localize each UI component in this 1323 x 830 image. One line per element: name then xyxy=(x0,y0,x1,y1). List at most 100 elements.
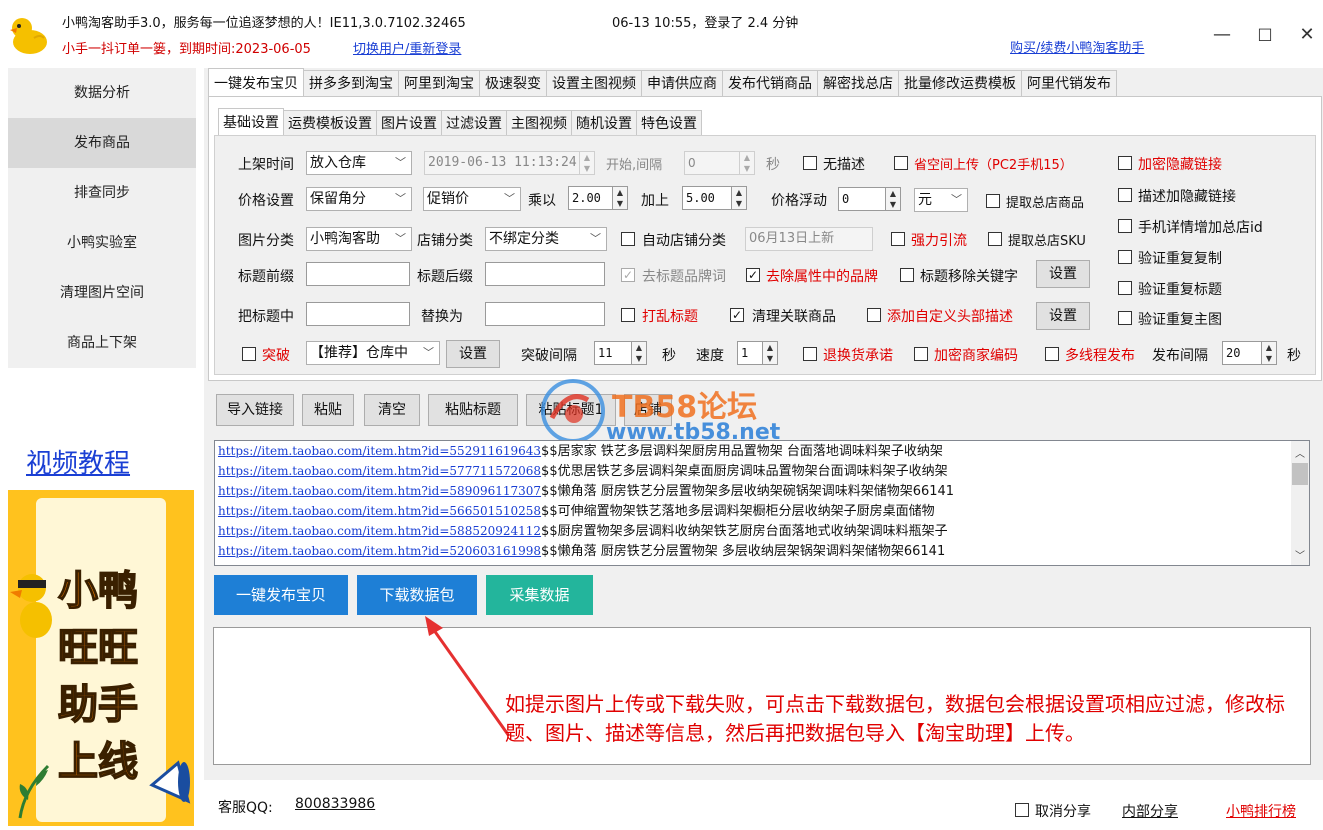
paste-button[interactable]: 粘贴 xyxy=(302,394,354,426)
encrypt-code-checkbox[interactable] xyxy=(914,347,928,361)
shuffle-title-checkbox[interactable] xyxy=(621,308,635,322)
float-input[interactable]: 0 xyxy=(838,187,886,211)
extract-store-checkbox[interactable] xyxy=(986,194,1000,208)
price-select[interactable]: 保留角分 ﹀ xyxy=(306,187,412,211)
speed-input[interactable]: 1 xyxy=(737,341,763,365)
verify-img-checkbox[interactable] xyxy=(1118,311,1132,325)
video-tutorial-link[interactable]: 视频教程 xyxy=(26,443,130,480)
sidebar-item-data-analysis[interactable]: 数据分析 xyxy=(8,68,196,118)
clear-related-checkbox[interactable]: ✓ xyxy=(730,308,744,322)
one-click-publish-button[interactable]: 一键发布宝贝 xyxy=(214,575,348,615)
tab-ali-consign[interactable]: 阿里代销发布 xyxy=(1021,70,1117,96)
tab-one-click-publish[interactable]: 一键发布宝贝 xyxy=(208,68,304,96)
scroll-down-icon[interactable]: ﹀ xyxy=(1295,547,1305,562)
auto-shop-cat-checkbox[interactable] xyxy=(621,232,635,246)
desc-hidden-checkbox[interactable] xyxy=(1118,188,1132,202)
suffix-input[interactable] xyxy=(485,262,605,286)
scroll-up-icon[interactable]: ︿ xyxy=(1295,445,1305,460)
subtab-image[interactable]: 图片设置 xyxy=(376,110,442,135)
no-desc-checkbox[interactable] xyxy=(803,156,817,170)
float-spinner[interactable]: ▲ ▼ xyxy=(885,187,901,211)
qq-link[interactable]: 800833986 xyxy=(295,796,375,812)
sidebar-item-clean-images[interactable]: 清理图片空间 xyxy=(8,268,196,318)
vertical-scrollbar[interactable]: ︿ ﹀ xyxy=(1291,441,1309,565)
multiply-input[interactable]: 2.00 xyxy=(568,186,613,210)
multithread-checkbox[interactable] xyxy=(1045,347,1059,361)
multiply-spinner[interactable]: ▲ ▼ xyxy=(612,186,628,210)
subtab-filter[interactable]: 过滤设置 xyxy=(441,110,507,135)
return-promise-checkbox[interactable] xyxy=(803,347,817,361)
verify-copy-checkbox[interactable] xyxy=(1118,250,1132,264)
add-input[interactable]: 5.00 xyxy=(682,186,732,210)
ranking-link[interactable]: 小鸭排行榜 xyxy=(1226,801,1296,821)
prefix-input[interactable] xyxy=(306,262,410,286)
promo-banner[interactable]: 小鸭 旺旺 助手 上线 xyxy=(8,490,194,826)
break-interval-input[interactable]: 11 xyxy=(594,341,632,365)
tab-main-video[interactable]: 设置主图视频 xyxy=(546,70,642,96)
buy-link[interactable]: 购买/续费小鸭淘客助手 xyxy=(1010,37,1144,56)
sidebar-item-sync[interactable]: 排查同步 xyxy=(8,168,196,218)
subtab-video[interactable]: 主图视频 xyxy=(506,110,572,135)
subtab-special[interactable]: 特色设置 xyxy=(636,110,702,135)
custom-header-checkbox[interactable] xyxy=(867,308,881,322)
replace-to-input[interactable] xyxy=(485,302,605,326)
mobile-detail-checkbox[interactable] xyxy=(1118,219,1132,233)
tab-batch-freight[interactable]: 批量修改运费模板 xyxy=(898,70,1022,96)
item-url[interactable]: https://item.taobao.com/item.htm?id=5206… xyxy=(218,544,541,558)
minimize-button[interactable]: — xyxy=(1207,24,1237,45)
sidebar-item-shelf[interactable]: 商品上下架 xyxy=(8,318,196,368)
tab-decrypt-store[interactable]: 解密找总店 xyxy=(817,70,899,96)
clear-button[interactable]: 清空 xyxy=(364,394,420,426)
strong-drain-checkbox[interactable] xyxy=(891,232,905,246)
item-url[interactable]: https://item.taobao.com/item.htm?id=5890… xyxy=(218,484,541,498)
subtab-basic[interactable]: 基础设置 xyxy=(218,108,284,135)
maximize-button[interactable]: □ xyxy=(1250,24,1280,43)
tab-ali-to-taobao[interactable]: 阿里到淘宝 xyxy=(398,70,480,96)
img-cat-select[interactable]: 小鸭淘客助 ﹀ xyxy=(306,227,412,251)
unit-select[interactable]: 元 ﹀ xyxy=(914,188,968,212)
save-space-checkbox[interactable] xyxy=(894,156,908,170)
publish-interval-input[interactable]: 20 xyxy=(1222,341,1262,365)
custom-header-set-button[interactable]: 设置 xyxy=(1036,302,1090,330)
url-list[interactable]: https://item.taobao.com/item.htm?id=5529… xyxy=(214,440,1310,566)
promo-price-select[interactable]: 促销价 ﹀ xyxy=(423,187,521,211)
remove-attr-brand-checkbox[interactable]: ✓ xyxy=(746,268,760,282)
tab-pdd-to-taobao[interactable]: 拼多多到淘宝 xyxy=(303,70,399,96)
subtab-freight[interactable]: 运费模板设置 xyxy=(283,110,377,135)
shop-cat-select[interactable]: 不绑定分类 ﹀ xyxy=(485,227,607,251)
tab-apply-supplier[interactable]: 申请供应商 xyxy=(641,70,723,96)
remove-keyword-checkbox[interactable] xyxy=(900,268,914,282)
publish-interval-spinner[interactable]: ▲ ▼ xyxy=(1261,341,1277,365)
add-spinner[interactable]: ▲ ▼ xyxy=(731,186,747,210)
download-data-button[interactable]: 下载数据包 xyxy=(357,575,477,615)
recommend-select[interactable]: 【推荐】仓库中 ﹀ xyxy=(306,341,440,365)
encrypt-link-checkbox[interactable] xyxy=(1118,156,1132,170)
tab-fast-fission[interactable]: 极速裂变 xyxy=(479,70,547,96)
switch-user-link[interactable]: 切换用户/重新登录 xyxy=(353,38,461,57)
breakthrough-checkbox[interactable] xyxy=(242,347,256,361)
subtab-random[interactable]: 随机设置 xyxy=(571,110,637,135)
paste-title-button[interactable]: 粘贴标题 xyxy=(428,394,518,426)
cancel-share-checkbox[interactable] xyxy=(1015,803,1029,817)
item-url[interactable]: https://item.taobao.com/item.htm?id=5529… xyxy=(218,444,541,458)
remove-keyword-set-button[interactable]: 设置 xyxy=(1036,260,1090,288)
import-links-button[interactable]: 导入链接 xyxy=(216,394,294,426)
internal-share-link[interactable]: 内部分享 xyxy=(1122,801,1178,821)
shelf-time-select[interactable]: 放入仓库 ﹀ xyxy=(306,151,412,175)
sidebar-item-publish[interactable]: 发布商品 xyxy=(8,118,196,168)
verify-title-checkbox[interactable] xyxy=(1118,281,1132,295)
item-url[interactable]: https://item.taobao.com/item.htm?id=5777… xyxy=(218,464,541,478)
close-button[interactable]: ✕ xyxy=(1292,24,1322,45)
replace-from-input[interactable] xyxy=(306,302,410,326)
speed-spinner[interactable]: ▲ ▼ xyxy=(762,341,778,365)
scroll-thumb[interactable] xyxy=(1292,463,1308,485)
item-url[interactable]: https://item.taobao.com/item.htm?id=5665… xyxy=(218,504,541,518)
auto-shop-cat-label: 自动店铺分类 xyxy=(642,233,726,249)
breakthrough-set-button[interactable]: 设置 xyxy=(446,340,500,368)
tab-publish-consign[interactable]: 发布代销商品 xyxy=(722,70,818,96)
break-interval-spinner[interactable]: ▲ ▼ xyxy=(631,341,647,365)
extract-sku-checkbox[interactable] xyxy=(988,232,1002,246)
sidebar-item-lab[interactable]: 小鸭实验室 xyxy=(8,218,196,268)
item-url[interactable]: https://item.taobao.com/item.htm?id=5885… xyxy=(218,524,541,538)
collect-data-button[interactable]: 采集数据 xyxy=(486,575,593,615)
